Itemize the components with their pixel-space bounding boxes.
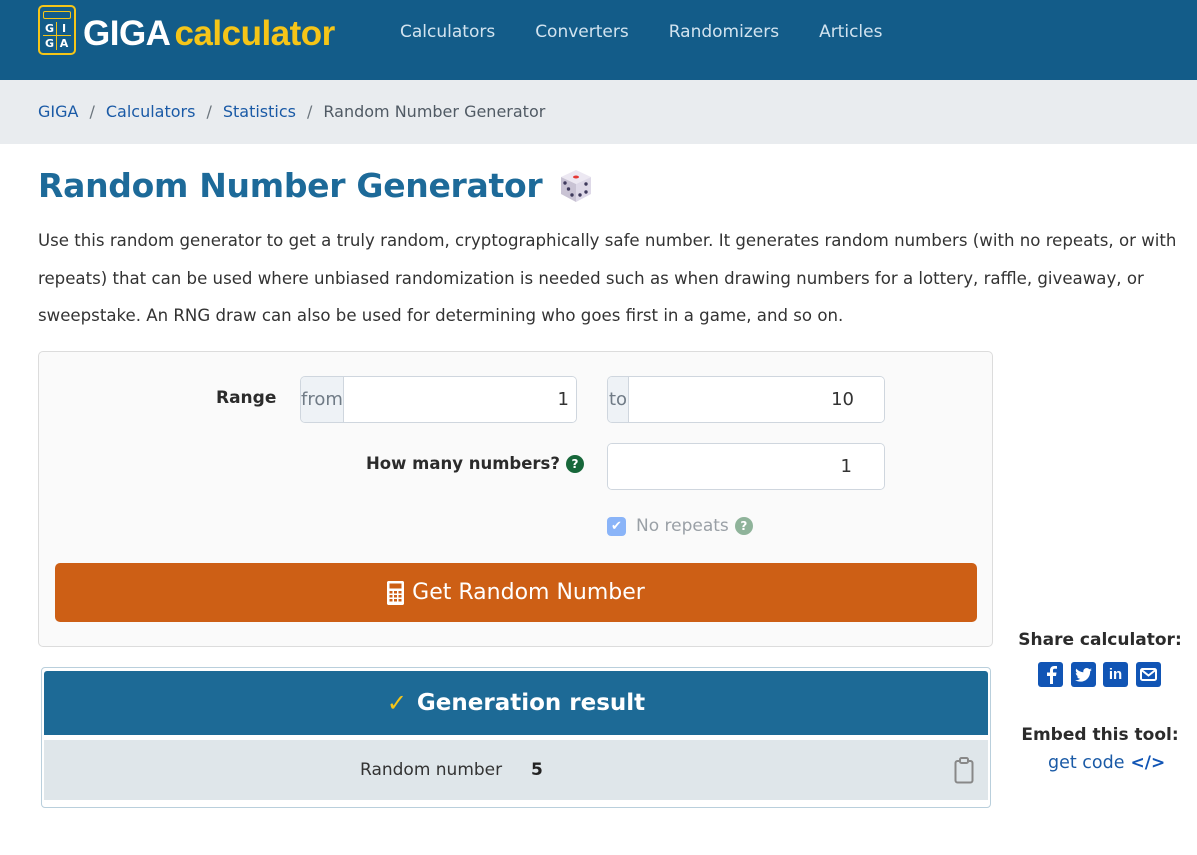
result-heading: Generation result [416, 690, 646, 716]
how-many-input[interactable] [608, 444, 884, 489]
no-repeats-option[interactable]: ✔ No repeats ? [607, 516, 753, 536]
page-title-text: Random Number Generator [38, 166, 543, 205]
nav-calculators[interactable]: Calculators [400, 20, 495, 44]
to-prefix: to [608, 377, 629, 422]
brand-part-calculator: calculator [174, 13, 335, 53]
breadcrumb-bar: GIGA / Calculators / Statistics / Random… [0, 80, 1197, 144]
no-repeats-checkbox[interactable]: ✔ [607, 516, 626, 536]
linkedin-icon[interactable]: in [1103, 662, 1128, 687]
result-value: 5 [531, 760, 543, 780]
logo-letter: G [43, 22, 57, 36]
help-icon[interactable]: ? [734, 517, 753, 535]
brand-part-giga: GIGA [83, 13, 171, 53]
site-logo[interactable]: G I G A GIGA calculator [38, 5, 335, 55]
result-label: Random number [360, 760, 503, 780]
range-to-group: to [607, 376, 885, 423]
email-icon[interactable] [1135, 662, 1161, 687]
brand-name: GIGA calculator [83, 10, 335, 51]
share-title: Share calculator: [1018, 630, 1182, 650]
nav-articles[interactable]: Articles [819, 20, 882, 44]
range-from-group: from [300, 376, 577, 423]
get-code-link[interactable]: get code </> [1048, 753, 1165, 773]
code-icon: </> [1130, 753, 1166, 773]
how-many-label-text: How many numbers? [366, 454, 560, 473]
checkmark-icon: ✓ [386, 689, 407, 717]
get-code-label: get code [1048, 753, 1125, 773]
clipboard-icon[interactable] [954, 756, 974, 784]
how-many-label: How many numbers? ? [366, 454, 584, 473]
main-nav: Calculators Converters Randomizers Artic… [400, 20, 922, 44]
logo-letter: G [43, 36, 57, 50]
nav-randomizers[interactable]: Randomizers [669, 20, 779, 44]
get-random-number-button[interactable]: Get Random Number [55, 563, 977, 622]
breadcrumb: GIGA / Calculators / Statistics / Random… [38, 102, 545, 121]
logo-letter: I [57, 22, 71, 36]
top-navbar: G I G A GIGA calculator Calculators Conve… [0, 0, 1197, 80]
help-icon[interactable]: ? [565, 454, 584, 473]
calculator-icon [387, 580, 405, 605]
nav-converters[interactable]: Converters [535, 20, 629, 44]
breadcrumb-separator: / [89, 102, 95, 121]
breadcrumb-current: Random Number Generator [323, 102, 546, 121]
result-header: ✓ Generation result [44, 671, 988, 735]
calculator-logo-icon: G I G A [38, 5, 76, 55]
twitter-icon[interactable] [1070, 662, 1096, 687]
no-repeats-label: No repeats [636, 516, 729, 536]
breadcrumb-calculators[interactable]: Calculators [106, 102, 196, 121]
from-prefix: from [301, 377, 344, 422]
get-random-number-label: Get Random Number [412, 580, 645, 605]
breadcrumb-separator: / [206, 102, 212, 121]
result-row: Random number 5 [44, 740, 988, 800]
facebook-icon[interactable] [1038, 662, 1063, 687]
page-title: Random Number Generator [38, 166, 594, 205]
dice-icon [558, 168, 594, 204]
breadcrumb-separator: / [306, 102, 313, 121]
breadcrumb-giga[interactable]: GIGA [38, 102, 78, 121]
logo-letter: A [59, 36, 69, 50]
range-to-input[interactable] [629, 377, 884, 422]
embed-title: Embed this tool: [1021, 725, 1179, 745]
share-icons: in [1038, 662, 1168, 687]
generator-form: Range from to How many numbers? ? ✔ No r… [38, 351, 993, 647]
range-label: Range [216, 388, 277, 408]
range-from-input[interactable] [343, 377, 576, 422]
breadcrumb-statistics[interactable]: Statistics [223, 102, 296, 121]
result-panel: ✓ Generation result Random number 5 [41, 667, 991, 808]
how-many-group [607, 443, 885, 490]
page-description: Use this random generator to get a truly… [38, 231, 1177, 325]
